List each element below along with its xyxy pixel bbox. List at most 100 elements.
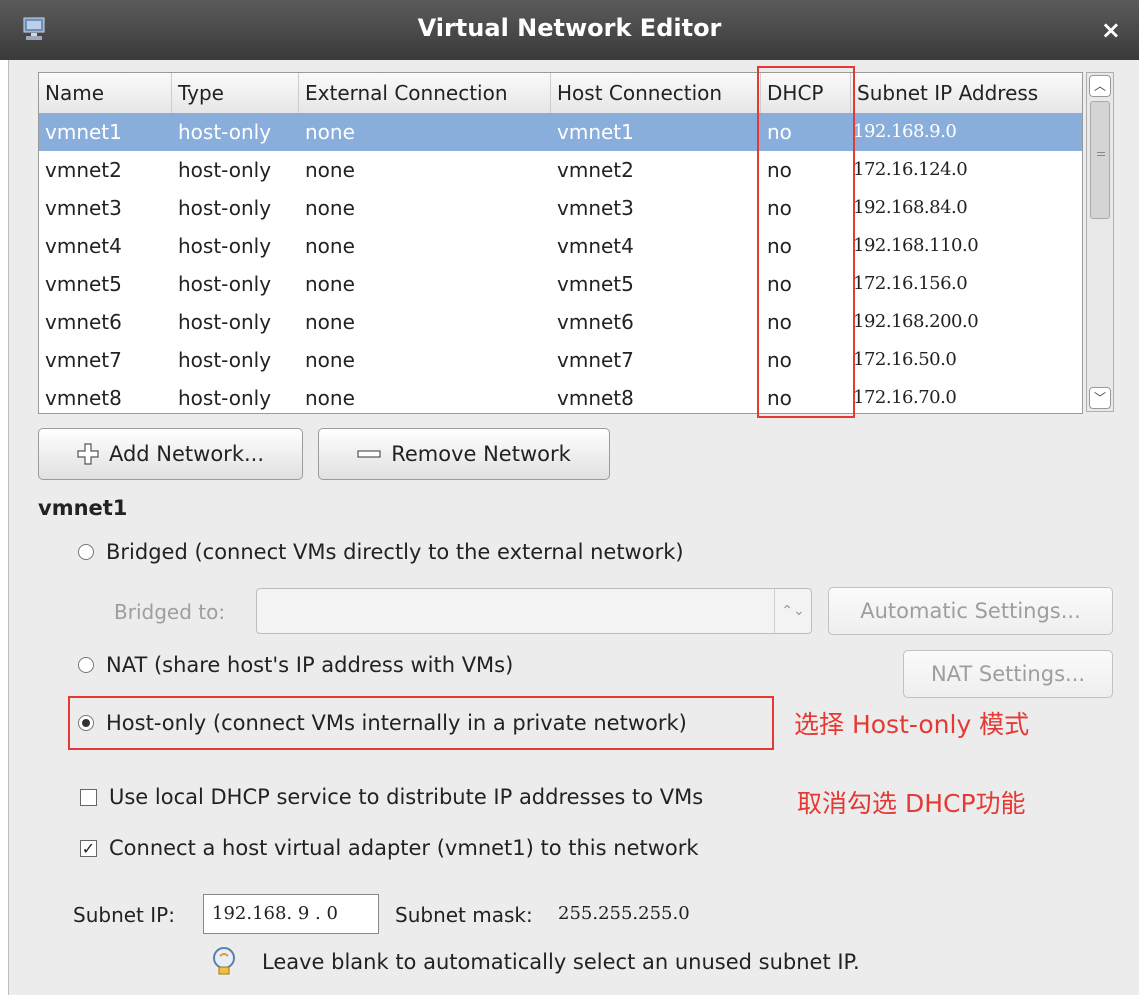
- cell-host: vmnet6: [557, 310, 634, 334]
- bridged-option[interactable]: Bridged (connect VMs directly to the ext…: [78, 540, 684, 564]
- cell-external: none: [305, 120, 355, 144]
- cell-subnet: 192.168.9.0: [853, 121, 957, 142]
- cell-type: host-only: [178, 272, 272, 296]
- column-header-external-connection[interactable]: External Connection: [299, 73, 551, 113]
- nat-radio[interactable]: [78, 657, 94, 673]
- table-header: Name Type External Connection Host Conne…: [39, 73, 1082, 114]
- window-title: Virtual Network Editor: [417, 14, 722, 42]
- table-row[interactable]: vmnet8 host-only none vmnet8 no 172.16.7…: [39, 379, 1082, 413]
- cell-type: host-only: [178, 120, 272, 144]
- cell-name: vmnet3: [45, 196, 122, 220]
- plus-icon: [77, 443, 99, 465]
- dhcp-annotation: 取消勾选 DHCP功能: [797, 789, 1026, 818]
- adapter-label: Connect a host virtual adapter (vmnet1) …: [109, 836, 699, 860]
- nat-settings-label: NAT Settings...: [930, 662, 1086, 686]
- table-row[interactable]: vmnet1 host-only none vmnet1 no 192.168.…: [39, 113, 1082, 151]
- cell-external: none: [305, 348, 355, 372]
- scroll-up-icon[interactable]: ︿: [1089, 75, 1111, 97]
- cell-host: vmnet2: [557, 158, 634, 182]
- add-network-label: Add Network...: [108, 442, 265, 466]
- dhcp-checkbox[interactable]: [80, 788, 97, 806]
- cell-type: host-only: [178, 234, 272, 258]
- table-row[interactable]: vmnet4 host-only none vmnet4 no 192.168.…: [39, 227, 1082, 265]
- cell-name: vmnet7: [45, 348, 122, 372]
- cell-subnet: 172.16.156.0: [853, 273, 968, 294]
- cell-external: none: [305, 196, 355, 220]
- cell-external: none: [305, 234, 355, 258]
- cell-type: host-only: [178, 196, 272, 220]
- cell-external: none: [305, 272, 355, 296]
- subnet-ip-label: Subnet IP:: [73, 903, 175, 927]
- bridged-to-select[interactable]: ⌃⌄: [256, 588, 812, 634]
- cell-name: vmnet4: [45, 234, 122, 258]
- table-row[interactable]: vmnet2 host-only none vmnet2 no 172.16.1…: [39, 151, 1082, 189]
- cell-host: vmnet1: [557, 120, 634, 144]
- table-row[interactable]: vmnet3 host-only none vmnet3 no 192.168.…: [39, 189, 1082, 227]
- table-row[interactable]: vmnet6 host-only none vmnet6 no 192.168.…: [39, 303, 1082, 341]
- hostonly-option[interactable]: Host-only (connect VMs internally in a p…: [78, 711, 687, 735]
- lightbulb-icon: [213, 947, 235, 975]
- nat-option[interactable]: NAT (share host's IP address with VMs): [78, 653, 513, 677]
- bridged-radio[interactable]: [78, 544, 94, 560]
- cell-name: vmnet2: [45, 158, 122, 182]
- cell-external: none: [305, 158, 355, 182]
- add-network-button[interactable]: Add Network...: [38, 428, 303, 480]
- bridged-to-label: Bridged to:: [114, 600, 226, 624]
- bridged-label: Bridged (connect VMs directly to the ext…: [106, 540, 684, 564]
- window-left-edge: [0, 60, 9, 995]
- remove-network-label: Remove Network: [391, 442, 571, 466]
- updown-arrow-icon: ⌃⌄: [774, 589, 811, 633]
- dhcp-column-highlight: [757, 66, 855, 418]
- automatic-settings-button[interactable]: Automatic Settings...: [828, 587, 1113, 635]
- cell-subnet: 192.168.110.0: [853, 235, 979, 256]
- cell-host: vmnet3: [557, 196, 634, 220]
- column-header-type[interactable]: Type: [172, 73, 299, 113]
- hostonly-annotation: 选择 Host-only 模式: [794, 710, 1030, 739]
- table-row[interactable]: vmnet7 host-only none vmnet7 no 172.16.5…: [39, 341, 1082, 379]
- nat-settings-button[interactable]: NAT Settings...: [903, 650, 1113, 698]
- hostonly-label: Host-only (connect VMs internally in a p…: [106, 711, 687, 735]
- cell-subnet: 192.168.84.0: [853, 197, 968, 218]
- minus-icon: [357, 450, 381, 458]
- subnet-mask-value: 255.255.255.0: [558, 903, 690, 924]
- subnet-hint-text: Leave blank to automatically select an u…: [262, 950, 860, 974]
- adapter-checkbox[interactable]: ✓: [80, 839, 97, 857]
- table-row[interactable]: vmnet5 host-only none vmnet5 no 172.16.1…: [39, 265, 1082, 303]
- cell-name: vmnet6: [45, 310, 122, 334]
- adapter-option[interactable]: ✓ Connect a host virtual adapter (vmnet1…: [80, 836, 699, 860]
- subnet-mask-label: Subnet mask:: [395, 903, 533, 927]
- cell-name: vmnet5: [45, 272, 122, 296]
- column-header-host-connection[interactable]: Host Connection: [551, 73, 761, 113]
- cell-host: vmnet5: [557, 272, 634, 296]
- scroll-thumb[interactable]: [1090, 101, 1110, 219]
- subnet-ip-input[interactable]: 192.168. 9 . 0: [203, 894, 379, 934]
- cell-type: host-only: [178, 310, 272, 334]
- cell-external: none: [305, 386, 355, 410]
- column-header-subnet[interactable]: Subnet IP Address: [851, 73, 1082, 113]
- scroll-down-icon[interactable]: ﹀: [1089, 387, 1111, 409]
- cell-type: host-only: [178, 348, 272, 372]
- cell-external: none: [305, 310, 355, 334]
- cell-type: host-only: [178, 158, 272, 182]
- column-header-name[interactable]: Name: [39, 73, 172, 113]
- dhcp-option[interactable]: Use local DHCP service to distribute IP …: [80, 785, 703, 809]
- cell-subnet: 172.16.124.0: [853, 159, 968, 180]
- cell-subnet: 172.16.70.0: [853, 387, 957, 408]
- cell-subnet: 172.16.50.0: [853, 349, 957, 370]
- title-bar: Virtual Network Editor ×: [0, 0, 1139, 60]
- cell-host: vmnet7: [557, 348, 634, 372]
- cell-subnet: 192.168.200.0: [853, 311, 979, 332]
- selected-network-title: vmnet1: [38, 496, 128, 520]
- cell-name: vmnet8: [45, 386, 122, 410]
- remove-network-button[interactable]: Remove Network: [318, 428, 610, 480]
- close-icon[interactable]: ×: [1101, 16, 1121, 44]
- hostonly-radio[interactable]: [78, 715, 94, 731]
- dhcp-label: Use local DHCP service to distribute IP …: [109, 785, 704, 809]
- automatic-settings-label: Automatic Settings...: [860, 599, 1081, 623]
- cell-name: vmnet1: [45, 120, 122, 144]
- network-table[interactable]: Name Type External Connection Host Conne…: [38, 72, 1083, 414]
- table-scrollbar[interactable]: ︿ ﹀: [1086, 72, 1114, 412]
- subnet-hint: Leave blank to automatically select an u…: [210, 946, 860, 978]
- cell-host: vmnet4: [557, 234, 634, 258]
- cell-type: host-only: [178, 386, 272, 410]
